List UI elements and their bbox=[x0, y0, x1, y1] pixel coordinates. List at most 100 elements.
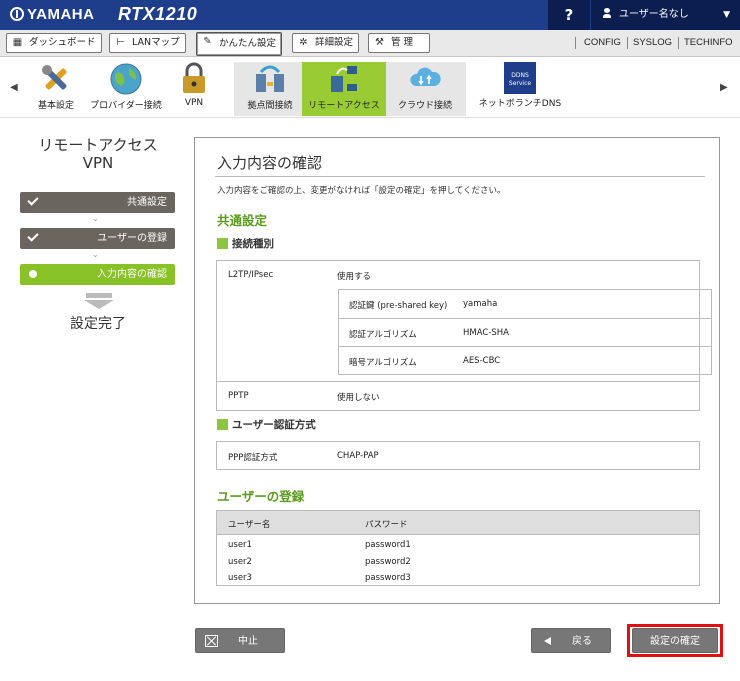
tools-icon bbox=[39, 62, 73, 96]
detail-row: 暗号アルゴリズム AES-CBC bbox=[339, 346, 711, 374]
ddns-service-icon: DDNS Service bbox=[504, 62, 536, 94]
section-title-users: ユーザーの登録 bbox=[217, 489, 305, 504]
detail-value: yamaha bbox=[463, 299, 498, 309]
techinfo-link[interactable]: TECHINFO bbox=[684, 37, 733, 48]
nav-item-cloud[interactable]: クラウド接続 bbox=[392, 62, 458, 111]
confirm-settings-button[interactable]: 設定の確定 bbox=[632, 628, 718, 653]
chevron-down-icon: ⌄ bbox=[92, 214, 99, 223]
menu-bar: ▦ ダッシュボード ⊢ LANマップ ✎ かんたん設定 ✲ 詳細設定 ⚒ 管 理 CONF… bbox=[0, 30, 740, 57]
table-header: ユーザー名 パスワード bbox=[217, 511, 699, 535]
cancel-button[interactable]: 中止 bbox=[195, 628, 285, 653]
ddns-logo-text: DDNS bbox=[511, 72, 529, 79]
subsection-title-conn-type: 接続種別 bbox=[217, 236, 274, 251]
easy-setup-label: かんたん設定 bbox=[219, 38, 277, 49]
easy-setup-button[interactable]: ✎ かんたん設定 bbox=[196, 32, 282, 56]
table-cell-password: password1 bbox=[365, 540, 411, 550]
table-cell-password: password2 bbox=[365, 557, 411, 567]
dashboard-label: ダッシュボード bbox=[29, 37, 96, 48]
cloud-icon bbox=[408, 62, 442, 96]
column-header-password: パスワード bbox=[365, 520, 408, 530]
pptp-row: PPTP 使用しない bbox=[216, 382, 700, 411]
remote-access-icon bbox=[327, 62, 361, 96]
wrench-icon: ⚒ bbox=[375, 37, 384, 48]
nav-item-label: 基本設定 bbox=[37, 101, 74, 111]
page-description: 入力内容をご確認の上、変更がなければ「設定の確定」を押してください。 bbox=[217, 186, 506, 196]
scroll-right-icon[interactable]: ▶ bbox=[720, 82, 728, 93]
chevron-down-icon: ▼ bbox=[723, 10, 730, 20]
detail-label: 暗号アルゴリズム bbox=[349, 358, 417, 368]
model-name: RTX1210 bbox=[118, 4, 198, 24]
nav-item-site-to-site[interactable]: 拠点間接続 bbox=[238, 62, 302, 111]
current-step-icon bbox=[29, 270, 37, 278]
sub-navigation: ◀ ▶ 基本設定 プロバイダー接続 VPN 拠点間接続 リモートアクセス クラウ… bbox=[0, 58, 740, 118]
wizard-step-confirm: 入力内容の確認 bbox=[20, 264, 175, 285]
detail-setup-button[interactable]: ✲ 詳細設定 bbox=[292, 33, 359, 53]
nav-item-label: ネットボランチDNS bbox=[478, 99, 562, 109]
dashboard-icon: ▦ bbox=[12, 37, 23, 48]
divider bbox=[678, 37, 679, 49]
ppp-auth-label: PPP認証方式 bbox=[228, 453, 278, 463]
column-header-username: ユーザー名 bbox=[228, 520, 271, 530]
nav-item-label: リモートアクセス bbox=[308, 101, 380, 111]
brand-name: YAMAHA bbox=[27, 6, 95, 23]
table-cell-password: password3 bbox=[365, 573, 411, 583]
check-icon bbox=[27, 194, 39, 206]
dashboard-button[interactable]: ▦ ダッシュボード bbox=[6, 33, 102, 53]
detail-setup-label: 詳細設定 bbox=[315, 37, 354, 48]
management-label: 管 理 bbox=[391, 37, 414, 48]
close-icon bbox=[205, 635, 218, 647]
l2tp-label: L2TP/IPsec bbox=[228, 270, 274, 280]
nav-item-provider[interactable]: プロバイダー接続 bbox=[86, 62, 166, 111]
scroll-left-icon[interactable]: ◀ bbox=[10, 82, 18, 93]
auth-box: PPP認証方式 CHAP-PAP bbox=[216, 441, 700, 470]
back-button[interactable]: 戻る bbox=[531, 628, 611, 653]
l2tp-details-table: 認証鍵 (pre-shared key) yamaha 認証アルゴリズム HMA… bbox=[338, 289, 712, 375]
user-menu[interactable]: ユーザー名なし ▼ bbox=[591, 0, 740, 30]
l2tp-value: 使用する bbox=[337, 272, 372, 282]
nav-item-label: プロバイダー接続 bbox=[90, 101, 162, 111]
globe-icon bbox=[109, 62, 143, 96]
section-title-common: 共通設定 bbox=[217, 213, 268, 228]
user-name: ユーザー名なし bbox=[619, 9, 689, 20]
yamaha-mark-icon bbox=[10, 7, 24, 21]
main-panel: 入力内容の確認 入力内容をご確認の上、変更がなければ「設定の確定」を押してくださ… bbox=[194, 137, 720, 604]
management-button[interactable]: ⚒ 管 理 bbox=[368, 33, 430, 53]
gear-icon: ✲ bbox=[299, 37, 308, 48]
confirm-highlight: 設定の確定 bbox=[627, 624, 723, 657]
wizard-title-line: VPN bbox=[82, 154, 114, 172]
chevron-down-icon: ⌄ bbox=[92, 250, 99, 259]
brand-logo: YAMAHA bbox=[10, 6, 94, 23]
lanmap-button[interactable]: ⊢ LANマップ bbox=[109, 33, 186, 53]
lanmap-label: LANマップ bbox=[132, 37, 180, 48]
wand-icon: ✎ bbox=[203, 36, 212, 47]
nav-item-vpn[interactable]: VPN bbox=[174, 62, 214, 108]
user-icon bbox=[603, 8, 611, 18]
wizard-step-users: ユーザーの登録 bbox=[20, 228, 175, 249]
back-arrow-icon bbox=[544, 637, 551, 645]
wizard-step-common: 共通設定 bbox=[20, 192, 175, 213]
lanmap-icon: ⊢ bbox=[116, 37, 125, 48]
help-button[interactable]: ? bbox=[548, 0, 590, 30]
subsection-title-auth: ユーザー認証方式 bbox=[217, 417, 316, 432]
syslog-link[interactable]: SYSLOG bbox=[633, 37, 672, 48]
ddns-logo-text: Service bbox=[508, 80, 532, 87]
detail-row: 認証アルゴリズム HMAC-SHA bbox=[339, 318, 711, 346]
detail-label: 認証アルゴリズム bbox=[349, 330, 417, 340]
step-label: ユーザーの登録 bbox=[97, 233, 167, 244]
config-link[interactable]: CONFIG bbox=[584, 37, 621, 48]
detail-value: HMAC-SHA bbox=[463, 328, 509, 338]
step-label: 共通設定 bbox=[127, 197, 167, 208]
back-label: 戻る bbox=[572, 636, 592, 647]
ppp-auth-value: CHAP-PAP bbox=[337, 451, 379, 461]
table-cell-username: user3 bbox=[228, 573, 252, 583]
nav-item-netvolante-dns[interactable]: DDNS Service ネットボランチDNS bbox=[474, 62, 566, 109]
nav-item-basic[interactable]: 基本設定 bbox=[34, 62, 78, 111]
wizard-step-complete: 設定完了 bbox=[70, 316, 126, 332]
nav-item-label: 拠点間接続 bbox=[247, 101, 293, 111]
nav-item-remote-access[interactable]: リモートアクセス bbox=[302, 62, 386, 111]
detail-row: 認証鍵 (pre-shared key) yamaha bbox=[339, 290, 711, 318]
table-cell-username: user1 bbox=[228, 540, 252, 550]
detail-value: AES-CBC bbox=[463, 356, 501, 366]
pptp-value: 使用しない bbox=[337, 393, 380, 403]
arrow-down-icon bbox=[84, 293, 114, 309]
